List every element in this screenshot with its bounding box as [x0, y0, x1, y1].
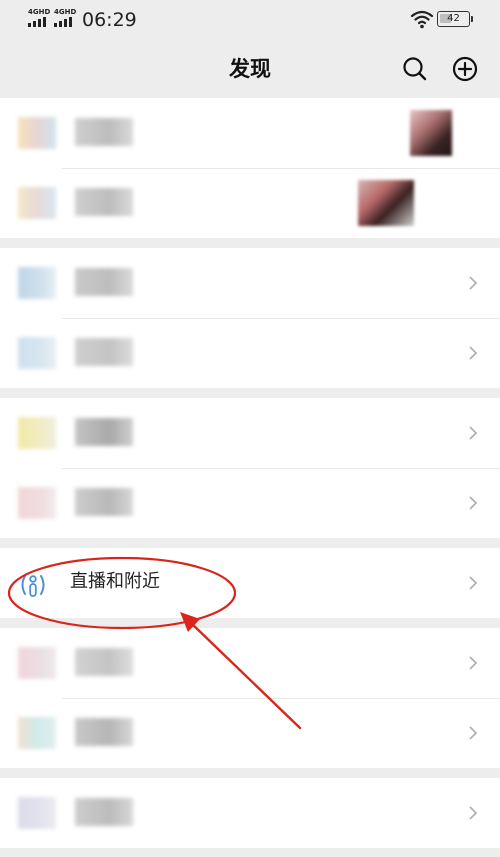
blurred-thumbnail — [410, 110, 452, 156]
blurred-label — [75, 488, 133, 516]
menu-group-3 — [0, 398, 500, 538]
chevron-right-icon — [469, 496, 478, 510]
blurred-icon — [18, 337, 56, 369]
network-type-2: 4GHD — [54, 8, 77, 16]
blurred-label — [75, 798, 133, 826]
plus-circle-icon[interactable] — [450, 54, 480, 84]
menu-group-6 — [0, 778, 500, 848]
cellular-signal-icon-1: 4GHD — [28, 9, 50, 29]
chevron-right-icon — [469, 346, 478, 360]
blurred-icon — [18, 417, 56, 449]
list-item-blurred-5[interactable] — [0, 398, 500, 468]
blurred-icon — [18, 267, 56, 299]
nav-bar: 发现 — [0, 40, 500, 98]
blurred-icon — [18, 717, 56, 749]
blurred-label — [75, 418, 133, 446]
battery-icon: 42 — [437, 11, 473, 27]
blurred-icon — [18, 487, 56, 519]
blurred-icon — [18, 187, 56, 219]
blurred-label — [75, 268, 133, 296]
list-item-blurred-6[interactable] — [0, 468, 500, 538]
menu-group-1 — [0, 98, 500, 238]
list-item-blurred-2[interactable] — [0, 168, 500, 238]
list-item-live-nearby[interactable]: 直播和附近 — [0, 548, 500, 618]
chevron-right-icon — [469, 726, 478, 740]
chevron-right-icon — [469, 656, 478, 670]
list-item-blurred-9[interactable] — [0, 778, 500, 848]
list-item-blurred-7[interactable] — [0, 628, 500, 698]
live-nearby-label: 直播和附近 — [70, 571, 160, 592]
chevron-right-icon — [469, 576, 478, 590]
blurred-icon — [18, 117, 56, 149]
chevron-right-icon — [469, 276, 478, 290]
blurred-label — [75, 118, 133, 146]
discover-menu-list: 直播和附近 — [0, 98, 500, 848]
network-type-1: 4GHD — [28, 8, 51, 16]
status-bar: 4GHD 4GHD 06:29 42 — [0, 0, 500, 40]
menu-group-2 — [0, 248, 500, 388]
list-item-blurred-4[interactable] — [0, 318, 500, 388]
list-item-blurred-1[interactable] — [0, 98, 500, 168]
wifi-icon — [410, 10, 434, 29]
blurred-label — [75, 648, 133, 676]
menu-group-5 — [0, 628, 500, 768]
chevron-right-icon — [469, 806, 478, 820]
menu-group-4: 直播和附近 — [0, 548, 500, 618]
live-person-icon — [21, 575, 45, 597]
blurred-icon — [18, 797, 56, 829]
battery-percent: 42 — [447, 13, 460, 24]
search-icon[interactable] — [400, 54, 430, 84]
cellular-signal-icon-2: 4GHD — [54, 9, 76, 29]
blurred-icon — [18, 647, 56, 679]
chevron-right-icon — [469, 426, 478, 440]
list-item-blurred-3[interactable] — [0, 248, 500, 318]
blurred-thumbnail — [358, 180, 414, 226]
blurred-label — [75, 338, 133, 366]
list-item-blurred-8[interactable] — [0, 698, 500, 768]
blurred-label — [75, 188, 133, 216]
status-time: 06:29 — [82, 9, 137, 31]
blurred-label — [75, 718, 133, 746]
